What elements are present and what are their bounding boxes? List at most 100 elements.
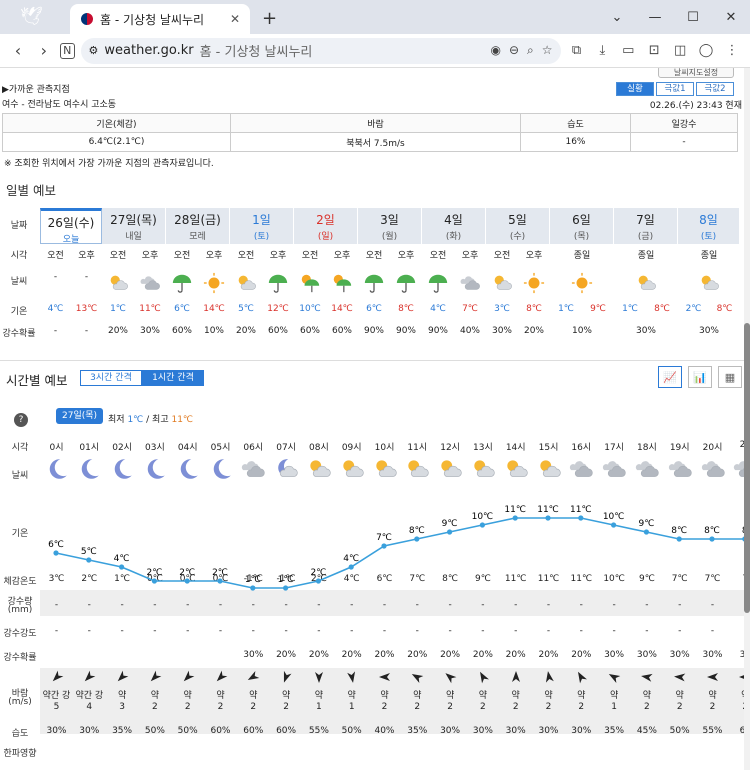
bookmark-icon[interactable]: ☆ xyxy=(542,43,553,58)
daily-sky-value: - xyxy=(84,272,89,282)
browser-tab[interactable]: 홈 - 기상청 날씨누리 ✕ xyxy=(70,4,250,34)
daily-day: (수) xyxy=(509,232,526,242)
weather-umbrella-icon xyxy=(171,272,193,298)
close-tab-icon[interactable]: ✕ xyxy=(230,12,240,26)
wind-arrow-icon xyxy=(499,670,532,687)
hour-label: 0시 xyxy=(49,443,64,453)
daily-temps: 1℃ 8℃ xyxy=(614,304,678,314)
daily-min-temp: 3℃ xyxy=(494,304,510,314)
scrollbar-thumb[interactable] xyxy=(744,323,750,613)
wind-arrow-icon xyxy=(73,670,106,687)
daily-icons xyxy=(614,272,678,298)
hour-label: 16시 xyxy=(571,443,592,453)
address-bar[interactable]: ⚙ weather.go.kr 홈 - 기상청 날씨누리 ◉ ⊖ ⌕ ☆ xyxy=(80,37,561,64)
humidity: 35% xyxy=(604,726,625,736)
wind-arrow-icon xyxy=(630,670,663,687)
daily-pop-value: 30% xyxy=(139,326,160,336)
tab-3hour[interactable]: 3시간 간격 xyxy=(80,370,142,386)
bar-chart-icon[interactable]: 📊 xyxy=(688,366,712,388)
hour-label: 06시 xyxy=(243,443,264,453)
scrollbar[interactable] xyxy=(744,68,750,770)
weather-cloudy-icon xyxy=(139,272,161,298)
daily-date-header[interactable]: 2일 (일) xyxy=(294,208,358,244)
daily-times: 오전 오후 xyxy=(358,248,422,261)
weather-partly-icon xyxy=(698,272,720,298)
camera-icon[interactable]: ▭ xyxy=(618,43,638,58)
weather-moon-icon xyxy=(138,456,171,485)
daily-date-header[interactable]: 27일(목) 내일 xyxy=(102,208,166,244)
daily-min-temp: 5℃ xyxy=(238,304,254,314)
hour-label: 03시 xyxy=(145,443,165,453)
close-window-icon[interactable]: ✕ xyxy=(712,10,750,25)
temp-point xyxy=(479,522,485,528)
tab-1hour[interactable]: 1시간 간격 xyxy=(142,370,204,386)
daily-row-label: 시각 xyxy=(10,251,28,261)
temp-label: 8℃ xyxy=(409,526,425,536)
menu-icon[interactable]: ⋮ xyxy=(722,43,742,58)
search-icon[interactable]: ⌕ xyxy=(527,43,534,58)
temp-label: 4℃ xyxy=(114,554,130,564)
daily-times: 오전 오후 xyxy=(422,248,486,261)
humidity: 30% xyxy=(472,726,493,736)
minimize-icon[interactable]: — xyxy=(636,10,674,25)
wind-strength: 약 xyxy=(117,691,127,701)
daily-date-header[interactable]: 28일(금) 모레 xyxy=(166,208,230,244)
site-info-icon[interactable]: ⚙ xyxy=(89,44,99,57)
daily-date-header[interactable]: 3일 (월) xyxy=(358,208,422,244)
temp-label: 10℃ xyxy=(472,512,494,522)
obs-time: 02.26.(수) 23:43 현재 xyxy=(649,101,742,111)
extensions-icon[interactable]: ⧉ xyxy=(567,43,587,58)
daily-times: 오전 오후 xyxy=(102,248,166,261)
tab-extreme2[interactable]: 극값2 xyxy=(696,82,734,96)
help-icon[interactable]: ? xyxy=(14,413,28,427)
weather-partly-icon xyxy=(532,456,565,485)
daily-icons xyxy=(422,272,486,298)
daily-row-label: 강수확률 xyxy=(2,329,36,339)
rain-intensity: - xyxy=(514,626,518,636)
daily-max-temp: 14℃ xyxy=(203,304,225,314)
humidity: 55% xyxy=(308,726,329,736)
sidebar-icon[interactable]: ◫ xyxy=(670,43,690,58)
wind-speed: 2 xyxy=(512,702,519,712)
table-icon[interactable]: ▦ xyxy=(718,366,742,388)
line-chart-icon[interactable]: 📈 xyxy=(658,366,682,388)
daily-pop: 30% xyxy=(678,326,740,336)
rain-prob: 30% xyxy=(702,650,723,660)
wind-speed: 5 xyxy=(53,702,60,712)
window-controls: ⌄ — ☐ ✕ xyxy=(598,0,750,34)
location-icon[interactable]: ◉ xyxy=(490,43,500,58)
daily-date-header[interactable]: 1일 (토) xyxy=(230,208,294,244)
temp-line-chart: 6℃ 5℃ 4℃ 2℃ 2℃ 2℃ 1℃ 1℃ 2℃ 4℃ 7℃ 8℃ 9℃ 10℃ 11℃ 11℃ 11℃ 10… xyxy=(48,505,744,591)
new-tab-button[interactable]: + xyxy=(262,8,277,29)
temp-label: 6℃ xyxy=(48,540,64,550)
daily-date-header[interactable]: 26일(수) 오늘 xyxy=(40,208,102,245)
download-icon[interactable]: ⤓ xyxy=(592,43,612,58)
wind-arrow-icon xyxy=(466,670,499,687)
daily-date-header[interactable]: 5일 (수) xyxy=(486,208,550,244)
map-settings-button[interactable]: 날씨지도설정 xyxy=(658,68,734,78)
weather-sun-icon xyxy=(523,272,545,298)
profile-icon[interactable]: ◯ xyxy=(696,43,716,58)
daily-date-header[interactable]: 6일 (목) xyxy=(550,208,614,244)
forward-icon[interactable]: › xyxy=(34,41,54,60)
hour-label: 13시 xyxy=(473,443,493,453)
capture-icon[interactable]: ⊡ xyxy=(644,43,664,58)
daily-date-header[interactable]: 4일 (화) xyxy=(422,208,486,244)
tab-extreme1[interactable]: 극값1 xyxy=(656,82,694,96)
tab-current[interactable]: 실황 xyxy=(616,82,654,96)
daily-max-temp: 9℃ xyxy=(590,304,606,314)
daily-date-header[interactable]: 7일 (금) xyxy=(614,208,678,244)
naver-n-icon[interactable]: N xyxy=(59,42,75,59)
temp-point xyxy=(709,536,715,542)
temp-point xyxy=(643,529,650,535)
daily-max-temp: 8℃ xyxy=(716,304,733,314)
daily-time: 오전 xyxy=(365,251,383,261)
tab-list-icon[interactable]: ⌄ xyxy=(598,10,636,25)
maximize-icon[interactable]: ☐ xyxy=(674,10,712,25)
daily-date-header[interactable]: 8일 (토) xyxy=(678,208,740,244)
daily-col-4: 2일 (일) 오전 오후 10℃ 14℃ 60% 60% xyxy=(294,208,358,348)
daily-temps: 6℃ 8℃ xyxy=(358,304,422,314)
zoom-icon[interactable]: ⊖ xyxy=(509,43,519,58)
back-icon[interactable]: ‹ xyxy=(8,41,28,60)
divider xyxy=(0,360,744,361)
